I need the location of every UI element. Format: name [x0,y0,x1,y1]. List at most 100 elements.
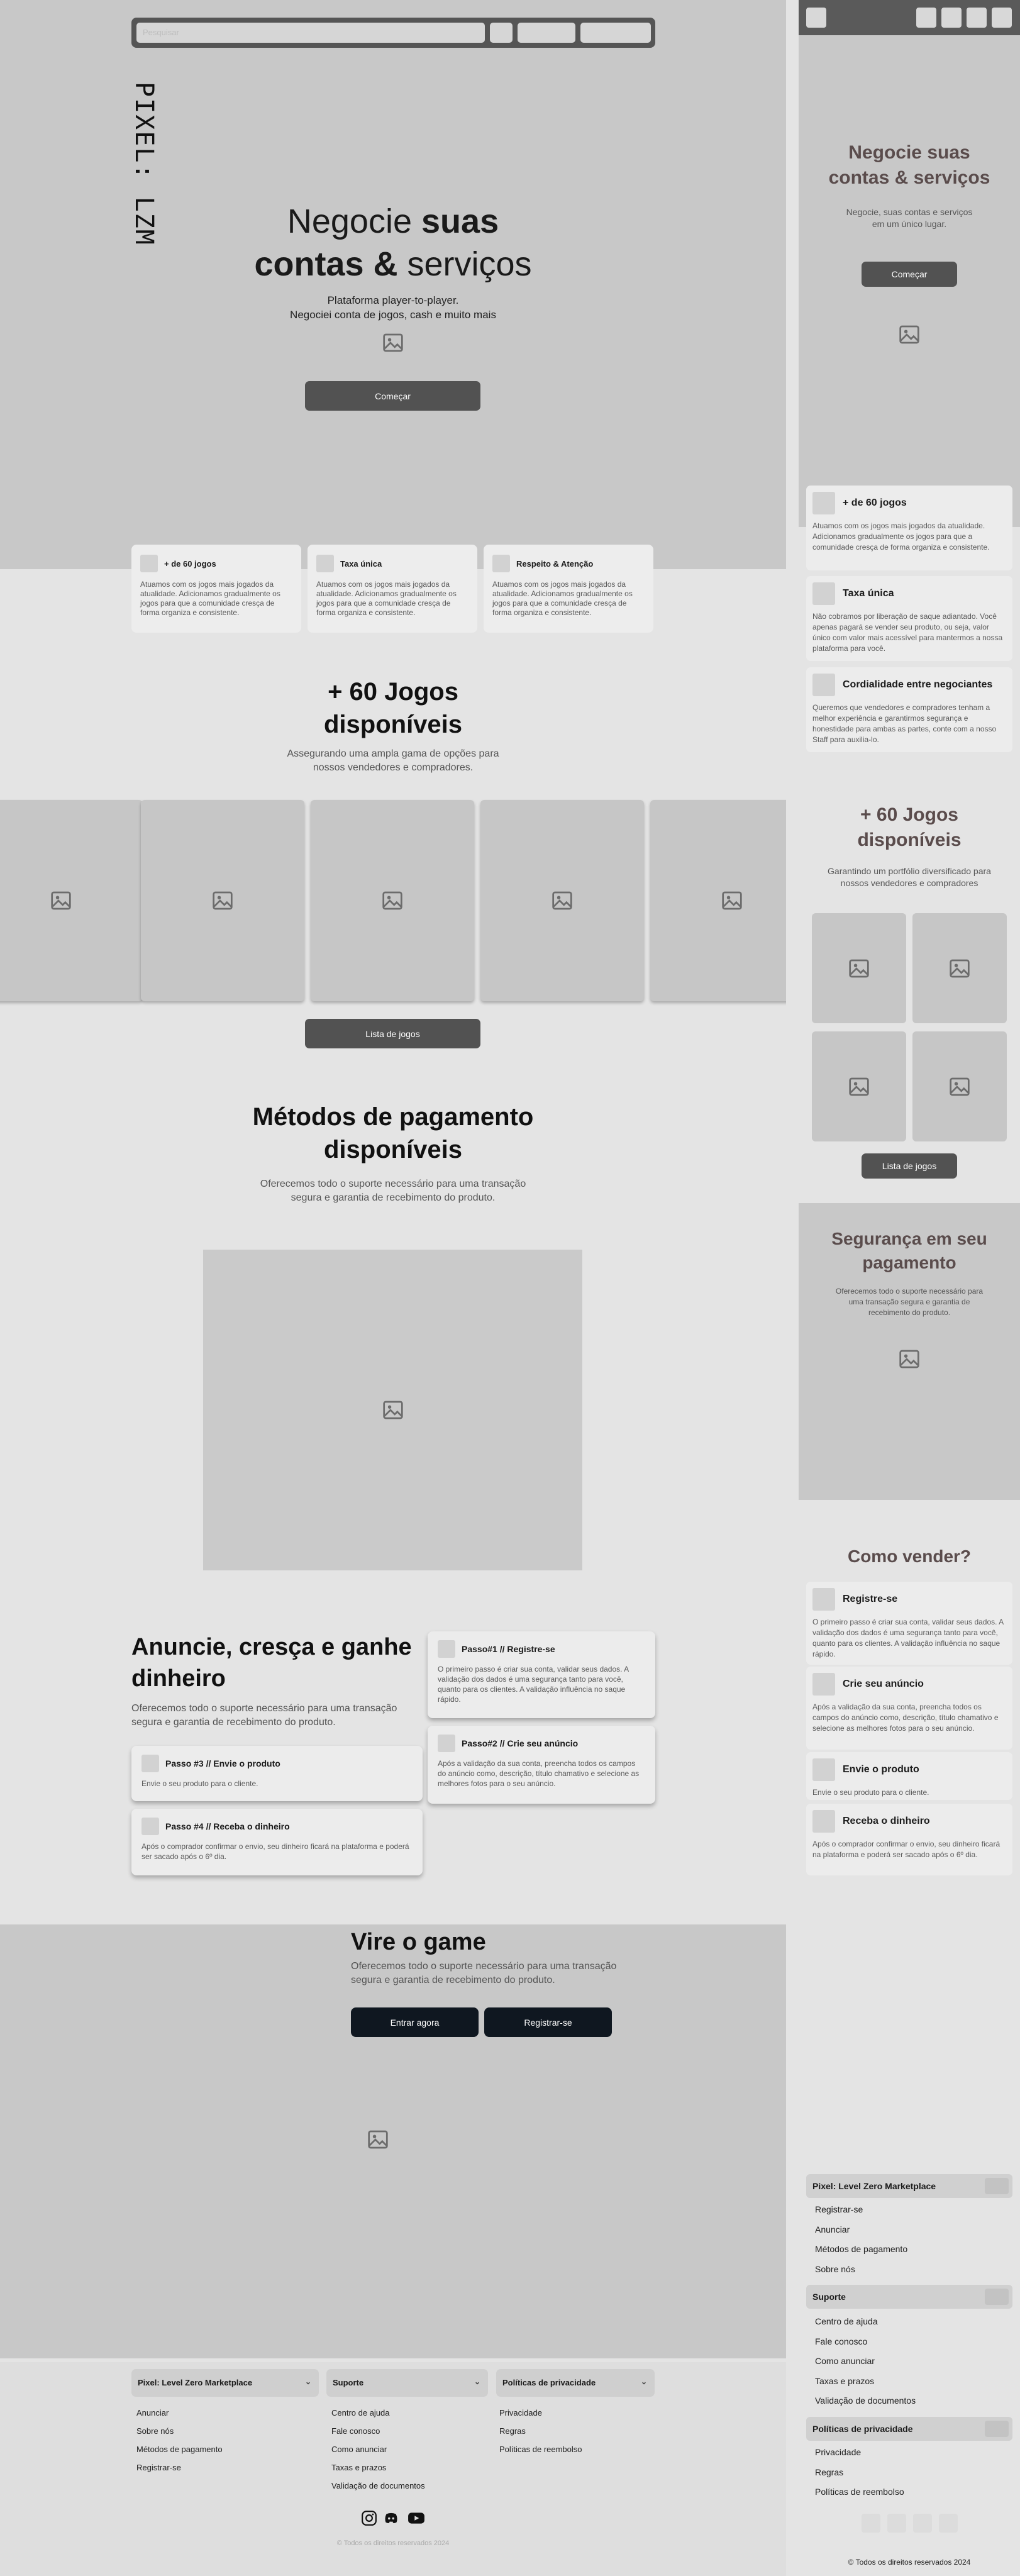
games-subtitle: Assegurando uma ampla gama de opções par… [287,748,499,773]
games-title: + 60 Jogos disponíveis [323,678,463,738]
feature-icon [812,582,835,605]
footer-link[interactable]: Regras [499,2422,582,2440]
footer-link[interactable]: Centro de ajuda [815,2312,916,2332]
mobile-start-button[interactable]: Começar [862,262,957,287]
footer-link[interactable]: Métodos de pagamento [815,2240,907,2260]
expand-toggle[interactable] [985,2421,1009,2437]
footer-link[interactable]: Taxas e prazos [331,2458,425,2477]
step-title: Passo#1 // Registre-se [462,1644,555,1654]
mobile-footer-links: Privacidade Regras Políticas de reembols… [815,2443,904,2502]
image-placeholder-icon [848,1077,870,1096]
mobile-footer-group-header[interactable]: Políticas de privacidade [806,2417,1012,2441]
mobile-security-section: Segurança em seu pagamento Oferecemos tod… [799,1203,1020,1500]
step-description: Após o comprador confirmar o envio, seu … [812,1840,1001,1859]
search-button[interactable] [490,23,513,43]
footer-link[interactable]: Métodos de pagamento [136,2440,223,2458]
start-button[interactable]: Começar [305,381,480,411]
image-placeholder-icon [949,1077,970,1096]
nav-button[interactable] [518,23,575,43]
footer-link[interactable]: Fale conosco [815,2332,916,2352]
mobile-footer-group-header[interactable]: Pixel: Level Zero Marketplace [806,2174,1012,2198]
step-icon [812,1810,835,1833]
game-card[interactable] [912,1031,1007,1141]
nav-button[interactable] [967,8,987,28]
footer-link[interactable]: Políticas de reembolso [815,2482,904,2502]
games-list-button[interactable]: Lista de jogos [305,1019,480,1048]
footer-link[interactable]: Validação de documentos [331,2477,425,2495]
game-card[interactable] [141,800,304,1001]
image-placeholder-icon [50,891,72,910]
mobile-hero-title: Negocie suas contas & serviços [828,142,990,188]
game-card[interactable] [650,800,786,1001]
desktop-view: Pesquisar PIXEL: LZM Negocie suas contas… [0,0,786,2576]
nav-button[interactable] [916,8,936,28]
footer-link[interactable]: Anunciar [136,2404,223,2422]
feature-title: Respeito & Atenção [516,558,594,569]
search-input[interactable]: Pesquisar [136,23,485,43]
feature-description: Atuamos com os jogos mais jogados da atu… [812,521,990,552]
social-icon[interactable] [862,2514,880,2533]
footer-link[interactable]: Políticas de reembolso [499,2440,582,2458]
mobile-view: Negocie suas contas & serviços Negocie, s… [799,0,1020,2576]
menu-button[interactable] [806,8,826,28]
logo[interactable]: PIXEL: LZM [128,82,166,246]
image-placeholder-icon [382,333,404,352]
game-card[interactable] [912,913,1007,1023]
footer-links: Centro de ajuda Fale conosco Como anunci… [331,2404,425,2495]
footer-link[interactable]: Registrar-se [136,2458,223,2477]
expand-toggle[interactable] [985,2289,1009,2305]
footer-link[interactable]: Taxas e prazos [815,2372,916,2392]
game-card[interactable] [812,913,906,1023]
footer-link[interactable]: Sobre nós [815,2260,907,2280]
footer-group-header[interactable]: Políticas de privacidade ⌄ [496,2369,655,2397]
footer-link[interactable]: Sobre nós [136,2422,223,2440]
mobile-games-title: + 60 Jogos disponíveis [857,804,962,850]
login-button[interactable]: Entrar agora [351,2007,479,2037]
mobile-games-list-button[interactable]: Lista de jogos [862,1153,957,1179]
cta-title: Vire o game [351,1929,486,1955]
game-card[interactable] [311,800,474,1001]
feature-card: + de 60 jogos Atuamos com os jogos mais … [131,545,301,633]
footer-link[interactable]: Regras [815,2463,904,2483]
footer-link[interactable]: Privacidade [499,2404,582,2422]
footer-link[interactable]: Como anunciar [331,2440,425,2458]
step-icon [812,1588,835,1611]
sell-subtitle: Oferecemos todo o suporte necessário par… [131,1703,397,1728]
footer-link[interactable]: Como anunciar [815,2351,916,2372]
chevron-down-icon: ⌄ [640,2377,647,2386]
cta-section: Vire o game Oferecemos todo o suporte ne… [0,1924,786,2358]
discord-icon[interactable] [383,2510,399,2526]
payment-title: Métodos de pagamento disponíveis [252,1103,534,1163]
social-icon[interactable] [887,2514,906,2533]
image-placeholder-icon [382,891,403,910]
nav-button[interactable] [941,8,962,28]
hero-subtitle: Plataforma player-to-player. Negociei co… [290,294,496,321]
mobile-feature-card: Cordialidade entre negociantes Queremos … [806,667,1012,752]
instagram-icon[interactable] [361,2510,377,2526]
mobile-feature-card: + de 60 jogos Atuamos com os jogos mais … [806,486,1012,570]
image-placeholder-icon [949,959,970,978]
footer-group-header[interactable]: Suporte ⌄ [326,2369,488,2397]
nav-button[interactable] [992,8,1012,28]
step-icon [438,1735,455,1752]
mobile-footer-group-header[interactable]: Suporte [806,2285,1012,2309]
chevron-down-icon: ⌄ [304,2377,311,2386]
social-icon[interactable] [939,2514,958,2533]
image-placeholder-icon [899,325,920,344]
footer-link[interactable]: Centro de ajuda [331,2404,425,2422]
youtube-icon[interactable] [407,2510,424,2526]
feature-description: Atuamos com os jogos mais jogados da atu… [140,580,280,617]
footer-link[interactable]: Validação de documentos [815,2391,916,2411]
register-button[interactable]: Registrar-se [484,2007,612,2037]
game-card[interactable] [812,1031,906,1141]
footer-link[interactable]: Fale conosco [331,2422,425,2440]
account-button[interactable] [580,23,651,43]
expand-toggle[interactable] [985,2178,1009,2194]
footer-link[interactable]: Anunciar [815,2220,907,2240]
footer-link[interactable]: Registrar-se [815,2200,907,2220]
game-card[interactable] [480,800,644,1001]
social-icon[interactable] [913,2514,932,2533]
game-card[interactable] [0,800,143,1001]
footer-group-header[interactable]: Pixel: Level Zero Marketplace ⌄ [131,2369,319,2397]
footer-link[interactable]: Privacidade [815,2443,904,2463]
